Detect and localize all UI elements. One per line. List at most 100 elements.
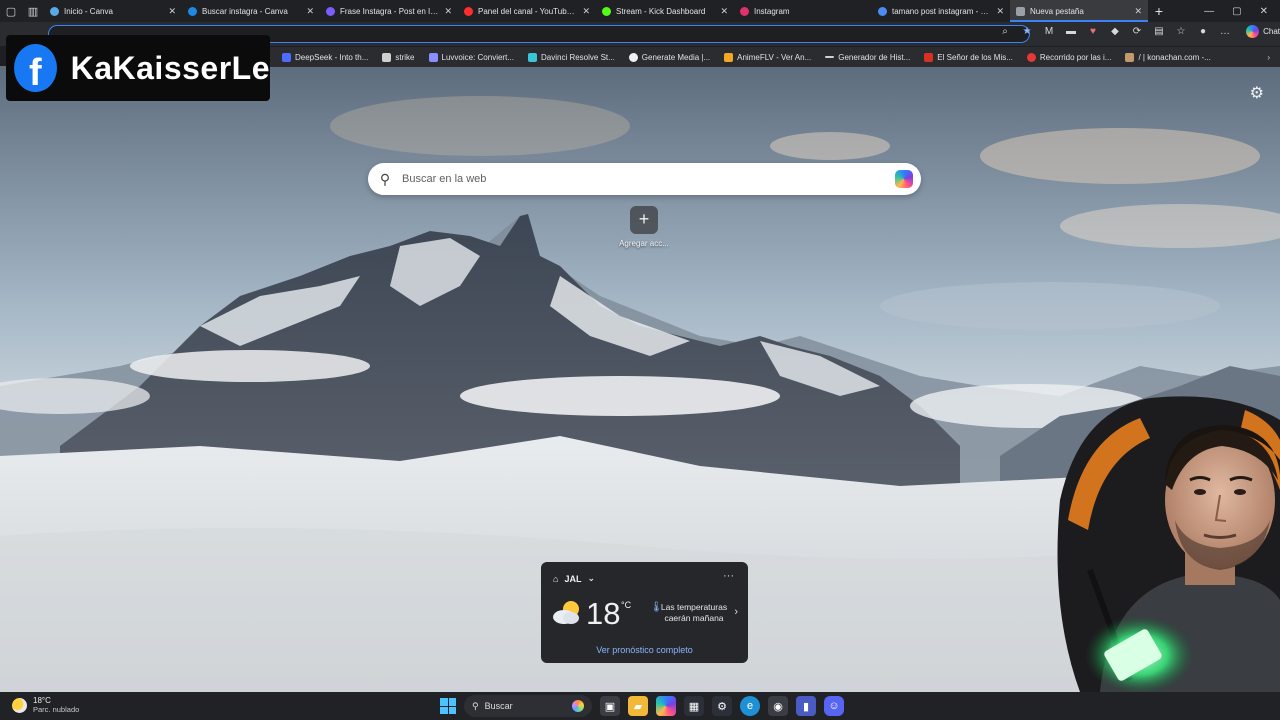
dash-icon — [825, 56, 835, 58]
deepseek-icon — [282, 52, 291, 62]
microsoft-store-icon[interactable]: ▦ — [684, 696, 704, 716]
canva-favicon-icon — [326, 6, 335, 16]
tab-youtube-studio[interactable]: Panel del canal - YouTube Studi ✕ — [458, 0, 596, 22]
full-forecast-link[interactable]: Ver pronóstico completo — [541, 645, 748, 655]
canva-favicon-icon — [188, 6, 197, 16]
search-icon: ⚲ — [379, 170, 391, 187]
windows-taskbar: 18°C Parc. nublado ⚲ Buscar ▣ ▰ ▦ ⚙ e ◉ … — [0, 692, 1280, 720]
maximize-icon[interactable]: ▢ — [1232, 6, 1241, 17]
taskbar-search[interactable]: ⚲ Buscar — [464, 695, 592, 717]
windows-start-icon[interactable] — [440, 698, 456, 714]
page-icon — [382, 52, 392, 62]
bookmark-davinci[interactable]: Davinci Resolve St... — [527, 52, 615, 62]
close-tab-icon[interactable]: ✕ — [306, 6, 314, 17]
bookmark-generador[interactable]: Generador de Hist... — [825, 53, 910, 62]
tab-canva-inicio[interactable]: Inicio - Canva ✕ — [44, 0, 182, 22]
webcam-overlay — [990, 380, 1280, 695]
favorites-icon[interactable]: ☆ — [1174, 26, 1188, 37]
bookmark-recorrido[interactable]: Recorrido por las i... — [1026, 52, 1111, 62]
bookmark-animeflv[interactable]: AnimeFLV - Ver An... — [724, 52, 811, 62]
favorite-star-icon[interactable]: ★ — [1020, 26, 1034, 37]
close-tab-icon[interactable]: ✕ — [996, 6, 1004, 17]
close-tab-icon[interactable]: ✕ — [444, 6, 452, 17]
search-highlight-icon — [572, 700, 584, 712]
close-tab-icon[interactable]: ✕ — [720, 6, 728, 17]
camera-app-icon[interactable]: ◉ — [768, 696, 788, 716]
tab-frase-instagram[interactable]: Frase Instagra - Post en Instagr ✕ — [320, 0, 458, 22]
obs-app-icon[interactable]: ▮ — [796, 696, 816, 716]
partly-cloudy-icon — [12, 697, 27, 713]
bookmark-strike[interactable]: strike — [382, 52, 415, 62]
canva-favicon-icon — [50, 6, 59, 16]
bookmark-luvvoice[interactable]: Luvvoice: Conviert... — [428, 52, 514, 62]
new-tab-favicon-icon — [1016, 6, 1025, 16]
bookmark-deepseek[interactable]: DeepSeek - Into th... — [282, 52, 368, 62]
bookmark-konachan[interactable]: / | konachan.com -... — [1125, 52, 1211, 62]
zoom-icon[interactable]: ⌕ — [998, 26, 1012, 37]
workspaces-icon[interactable]: ▢ — [0, 0, 22, 22]
extension-m-icon[interactable]: M — [1042, 26, 1056, 37]
extension-icon[interactable]: ♥ — [1086, 26, 1100, 37]
copilot-chat-button[interactable]: Chat — [1246, 25, 1280, 38]
search-favicon-icon — [878, 6, 887, 16]
chevron-down-icon[interactable]: ⌄ — [587, 573, 595, 584]
partly-cloudy-icon — [553, 601, 579, 624]
book-icon — [924, 52, 934, 62]
bookmark-senor-misterios[interactable]: El Señor de los Mis... — [924, 52, 1013, 62]
overlay-username: KaKaisserLe — [70, 49, 270, 86]
google-icon — [628, 52, 638, 62]
weather-widget[interactable]: ⌂ JAL ⌄ ··· 18 °C 🌡 Las temperaturas cae… — [541, 562, 748, 663]
profile-avatar-icon[interactable]: ● — [1196, 26, 1210, 37]
close-tab-icon[interactable]: ✕ — [168, 6, 176, 17]
konachan-icon — [1125, 52, 1135, 62]
add-shortcut-tile[interactable]: + Agregar acc... — [617, 206, 671, 248]
web-search-box[interactable]: ⚲ — [368, 163, 921, 195]
page-settings-gear-icon[interactable]: ⚙ — [1250, 83, 1264, 103]
search-input[interactable] — [402, 173, 895, 185]
minimize-icon[interactable]: — — [1204, 6, 1214, 17]
animeflv-icon — [724, 52, 734, 62]
extension-icon[interactable]: ▬ — [1064, 26, 1078, 37]
tab-canva-buscar[interactable]: Buscar instagra - Canva ✕ — [182, 0, 320, 22]
cloud-icon — [527, 52, 537, 62]
copilot-app-icon[interactable] — [656, 696, 676, 716]
new-tab-button[interactable]: + — [1148, 3, 1170, 19]
file-explorer-icon[interactable]: ▰ — [628, 696, 648, 716]
task-view-icon[interactable]: ▣ — [600, 696, 620, 716]
split-screen-icon[interactable]: ▤ — [1152, 26, 1166, 37]
more-options-icon[interactable]: ··· — [723, 570, 734, 582]
settings-app-icon[interactable]: ⚙ — [712, 696, 732, 716]
close-tab-icon[interactable]: ✕ — [582, 6, 590, 17]
temperature-unit: °C — [621, 600, 632, 610]
youtube-favicon-icon — [464, 6, 473, 16]
stream-overlay-banner: f KaKaisserLe — [6, 35, 270, 101]
extension-diamond-icon[interactable]: ◆ — [1108, 26, 1122, 37]
home-icon: ⌂ — [553, 573, 559, 584]
tab-tamano-post[interactable]: tamano post instagram - Búsq ✕ — [872, 0, 1010, 22]
bookmarks-bar: DeepSeek - Into th... strike Luvvoice: C… — [270, 47, 1280, 67]
more-options-icon[interactable]: … — [1218, 26, 1232, 37]
temperature-value: 18 — [586, 596, 621, 631]
copilot-search-icon[interactable] — [895, 170, 913, 188]
edge-browser-icon[interactable]: e — [740, 696, 760, 716]
tab-kick-dashboard[interactable]: Stream - Kick Dashboard ✕ — [596, 0, 734, 22]
chevron-right-icon[interactable]: › — [1267, 53, 1280, 62]
weather-note: Las temperaturas caerán mañana — [660, 602, 728, 623]
taskbar-weather[interactable]: 18°C Parc. nublado — [12, 696, 79, 714]
search-icon: ⚲ — [472, 700, 479, 711]
facebook-logo-icon: f — [14, 44, 57, 92]
tab-nueva-pestana[interactable]: Nueva pestaña ✕ — [1010, 0, 1148, 22]
weather-location[interactable]: JAL — [564, 574, 581, 584]
chevron-right-icon[interactable]: › — [734, 606, 738, 618]
close-window-icon[interactable]: ✕ — [1260, 6, 1268, 17]
tab-instagram[interactable]: Instagram — [734, 0, 872, 22]
luvvoice-icon — [428, 52, 438, 62]
bookmark-generate-media[interactable]: Generate Media |... — [628, 52, 710, 62]
red-circle-icon — [1026, 52, 1036, 62]
tab-bar: ▢ ▥ Inicio - Canva ✕ Buscar instagra - C… — [0, 0, 1280, 22]
vertical-tabs-icon[interactable]: ▥ — [22, 0, 44, 22]
close-tab-icon[interactable]: ✕ — [1134, 6, 1142, 17]
discord-app-icon[interactable]: ☺ — [824, 696, 844, 716]
refresh-extension-icon[interactable]: ⟳ — [1130, 26, 1144, 37]
kick-favicon-icon — [602, 6, 611, 16]
